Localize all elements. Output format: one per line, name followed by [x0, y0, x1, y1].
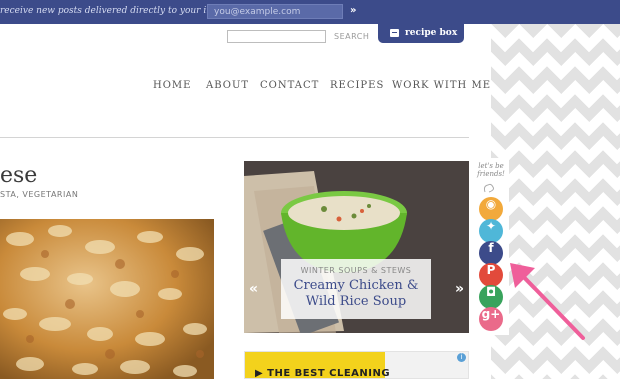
- ad-info-icon[interactable]: i: [457, 353, 466, 362]
- rss-icon[interactable]: ◉: [479, 197, 503, 221]
- slide-title[interactable]: Creamy Chicken & Wild Rice Soup: [281, 278, 431, 310]
- newsletter-bar: receive new posts delivered directly to …: [0, 0, 620, 24]
- post-categories[interactable]: STA, VEGETARIAN: [0, 190, 78, 199]
- newsletter-text: receive new posts delivered directly to …: [0, 6, 232, 16]
- nav-contact[interactable]: CONTACT: [260, 80, 319, 91]
- googleplus-icon[interactable]: g+: [479, 307, 503, 331]
- nav-about[interactable]: ABOUT: [206, 80, 249, 91]
- recipe-box-icon: [390, 29, 399, 37]
- slide-category[interactable]: WINTER SOUPS & STEWS: [281, 266, 431, 275]
- email-field[interactable]: you@example.com: [207, 4, 343, 19]
- recipe-box-label: recipe box: [405, 28, 458, 38]
- ad-text: ▶ THE BEST CLEANING: [255, 368, 391, 379]
- heart-doodle-icon: [483, 183, 494, 193]
- slide-title-line-2: Wild Rice Soup: [305, 294, 407, 309]
- slider-next-button[interactable]: »: [455, 281, 464, 297]
- twitter-icon[interactable]: ✦: [479, 219, 503, 243]
- facebook-icon[interactable]: f: [479, 241, 503, 265]
- instagram-icon[interactable]: ◘: [479, 285, 503, 309]
- slider-prev-button[interactable]: «: [249, 281, 258, 297]
- search-input[interactable]: [227, 30, 326, 43]
- recipe-box-tab[interactable]: recipe box: [378, 24, 464, 43]
- nav-recipes[interactable]: RECIPES: [330, 80, 384, 91]
- nav-divider: [0, 137, 469, 138]
- subscribe-button[interactable]: »: [350, 5, 356, 16]
- nav-work-with-me[interactable]: WORK WITH ME: [392, 80, 491, 91]
- nav-home[interactable]: HOME: [153, 80, 191, 91]
- pink-arrow-icon: [510, 263, 585, 340]
- social-label: let's be friends!: [477, 162, 505, 178]
- pasta-photo: [0, 219, 214, 379]
- post-title[interactable]: ese: [0, 163, 37, 188]
- search-button[interactable]: SEARCH: [334, 32, 369, 41]
- slide-caption[interactable]: WINTER SOUPS & STEWS Creamy Chicken & Wi…: [281, 259, 431, 319]
- post-image[interactable]: [0, 219, 214, 379]
- advertisement[interactable]: ▶ THE BEST CLEANING i: [244, 351, 469, 379]
- slide-title-line-1: Creamy Chicken &: [293, 278, 419, 293]
- pinterest-icon[interactable]: P: [479, 263, 503, 287]
